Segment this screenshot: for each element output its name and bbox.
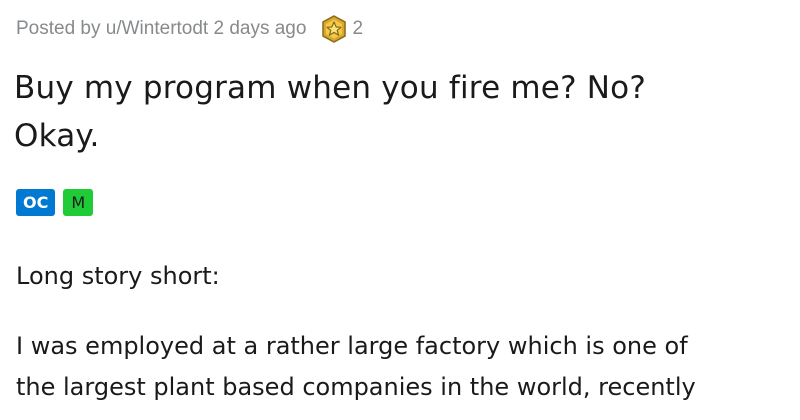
post-flairs: OC M [16, 189, 94, 216]
m-flair[interactable]: M [63, 189, 94, 216]
post-title-line-1: Buy my program when you fire me? No? [14, 70, 646, 106]
award-badge[interactable]: 2 [320, 15, 363, 43]
post-body-line-2: the largest plant based companies in the… [16, 373, 696, 401]
post-meta: Posted by u/Wintertodt 2 days ago 2 [16, 14, 363, 44]
gold-star-award-icon [320, 15, 348, 43]
post-body-paragraph-1: Long story short: [16, 262, 220, 290]
posted-by-text[interactable]: Posted by u/Wintertodt 2 days ago [16, 18, 306, 40]
post-body-line-1: I was employed at a rather large factory… [16, 332, 688, 360]
reddit-post: Posted by u/Wintertodt 2 days ago 2 Buy … [0, 0, 800, 420]
post-title-line-2: Okay. [14, 118, 100, 154]
post-title[interactable]: Buy my program when you fire me? No? Oka… [14, 64, 784, 160]
award-count: 2 [352, 18, 364, 39]
post-body-paragraph-2: I was employed at a rather large factory… [16, 326, 796, 408]
oc-flair[interactable]: OC [16, 189, 56, 216]
